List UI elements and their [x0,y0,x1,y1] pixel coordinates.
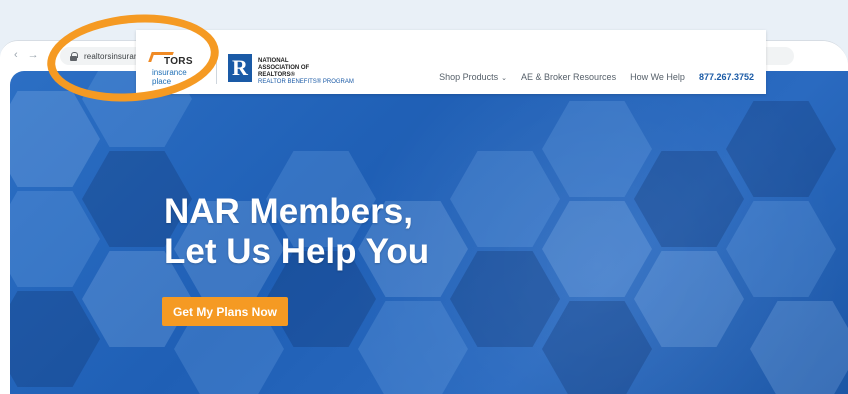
nav-shop-products[interactable]: Shop Products ⌄ [439,72,507,82]
hero-tile [542,201,652,297]
headline-line: NAR Members, [164,192,413,231]
nar-line: ASSOCIATION OF [258,65,310,71]
get-my-plans-button[interactable]: Get My Plans Now [162,297,288,326]
hero-tile [634,151,744,247]
nar-line: REALTORS® [258,72,295,78]
phone-link[interactable]: 877.267.3752 [699,72,754,82]
headline-line: Let Us Help You [164,232,430,271]
nar-logo-text: NATIONAL ASSOCIATION OF REALTORS® REALTO… [258,58,354,86]
nav-how-we-help[interactable]: How We Help [630,72,685,82]
hero-tile [726,201,836,297]
hero-tile [450,251,560,347]
realtor-r-logo-icon: R [228,54,252,82]
site-header: TORS insurance place R NATIONAL ASSOCIAT… [136,30,766,94]
main-nav: Shop Products ⌄ AE & Broker Resources How… [439,72,754,82]
hero-tile [358,301,468,394]
hero-tile [634,251,744,347]
hero-tile [726,101,836,197]
hero-tile [450,151,560,247]
nar-line: NATIONAL [258,58,289,64]
nav-ae-broker-resources[interactable]: AE & Broker Resources [521,72,616,82]
chevron-down-icon: ⌄ [501,75,508,82]
hero-tile [750,301,848,394]
nar-line: REALTOR BENEFITS® PROGRAM [258,79,354,85]
nav-label: Shop Products [439,72,499,82]
hero-headline: NAR Members, Let Us Help You [164,192,429,272]
hero-tile [542,101,652,197]
back-arrow-icon[interactable]: ‹ [14,49,18,61]
hero-tile [542,301,652,394]
forward-arrow-icon[interactable]: → [28,49,39,61]
nav-arrows: ‹ → [14,49,39,61]
